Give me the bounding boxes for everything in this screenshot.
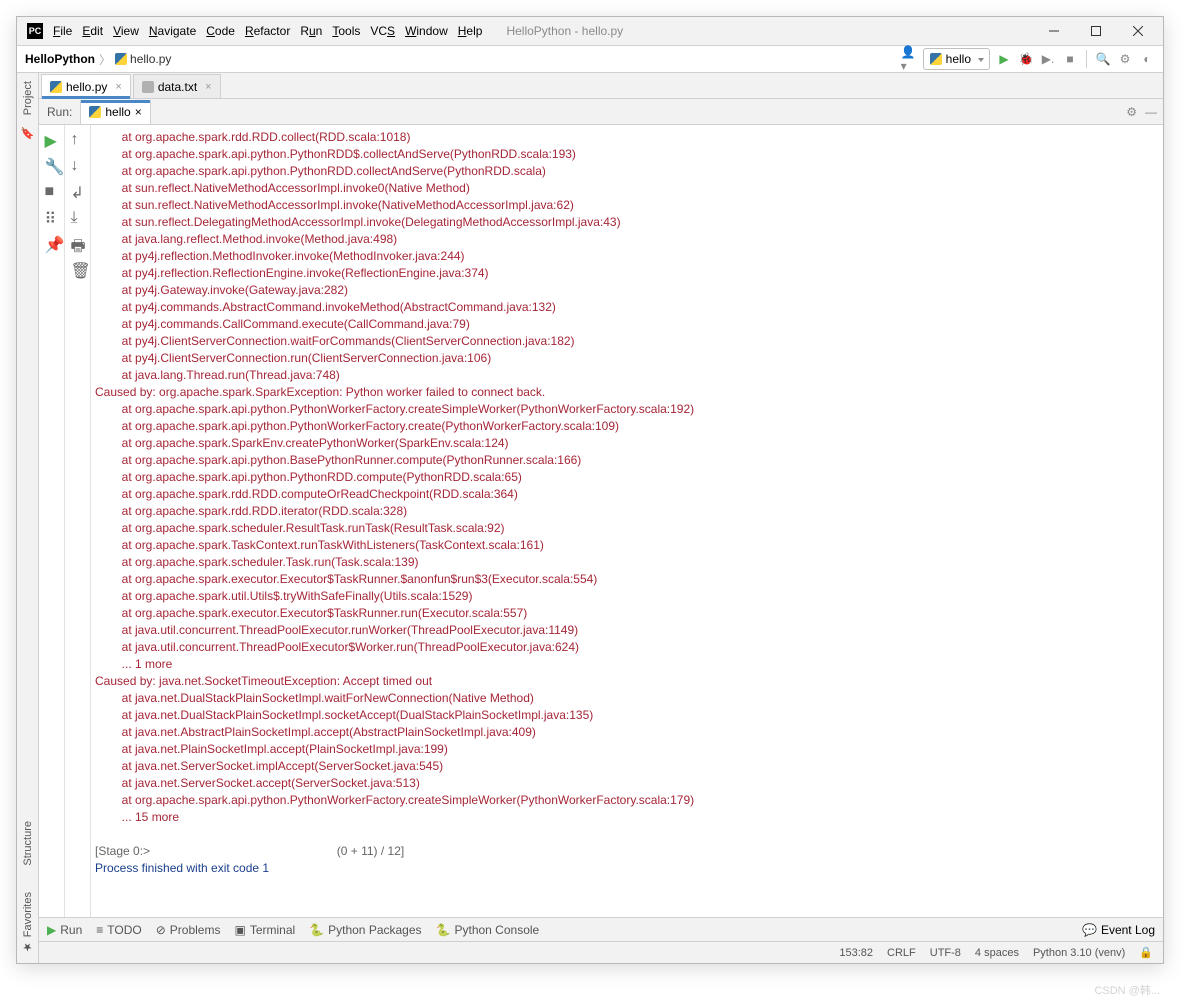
- terminal-icon: ▣: [234, 923, 245, 937]
- status-bar: 153:82 CRLF UTF-8 4 spaces Python 3.10 (…: [39, 941, 1163, 963]
- breadcrumb-project[interactable]: HelloPython: [25, 52, 95, 66]
- main-menu: File Edit View Navigate Code Refactor Ru…: [53, 24, 482, 38]
- editor-tab-hello[interactable]: hello.py×: [41, 74, 131, 98]
- interpreter[interactable]: Python 3.10 (venv): [1033, 947, 1125, 959]
- editor-tabs: hello.py× data.txt×: [39, 73, 1163, 99]
- project-tool-tab[interactable]: Project: [20, 77, 36, 119]
- event-log-button[interactable]: 💬Event Log: [1082, 923, 1155, 937]
- layout-icon[interactable]: ⠿: [45, 209, 59, 223]
- menu-window[interactable]: Window: [405, 24, 448, 38]
- breadcrumb: HelloPython 〉 hello.py: [25, 51, 171, 68]
- indent[interactable]: 4 spaces: [975, 947, 1019, 959]
- menu-vcs[interactable]: VCS: [370, 24, 395, 38]
- encoding[interactable]: UTF-8: [930, 947, 961, 959]
- todo-icon: ≡: [96, 923, 103, 937]
- app-icon: PC: [27, 23, 43, 39]
- close-icon[interactable]: ×: [135, 105, 142, 119]
- stop-icon[interactable]: ■: [1062, 51, 1078, 67]
- menu-help[interactable]: Help: [458, 24, 483, 38]
- rerun-icon[interactable]: ▶: [45, 131, 59, 145]
- menu-edit[interactable]: Edit: [82, 24, 103, 38]
- menu-code[interactable]: Code: [206, 24, 235, 38]
- run-tool-label: Run:: [39, 105, 80, 119]
- hide-icon[interactable]: —: [1145, 105, 1157, 119]
- search-icon[interactable]: 🔍: [1095, 51, 1111, 67]
- maximize-button[interactable]: [1075, 18, 1117, 44]
- debug-icon[interactable]: 🐞: [1018, 51, 1034, 67]
- pin-icon[interactable]: 📌: [45, 235, 59, 249]
- line-sep[interactable]: CRLF: [887, 947, 916, 959]
- lock-icon[interactable]: 🔒: [1139, 946, 1153, 959]
- python-console-tool-button[interactable]: 🐍Python Console: [436, 923, 540, 937]
- watermark: CSDN @韩...: [1094, 982, 1160, 998]
- run-tool-button[interactable]: ▶Run: [47, 923, 82, 937]
- clear-icon[interactable]: 🗑: [71, 261, 85, 275]
- terminal-tool-button[interactable]: ▣Terminal: [234, 923, 295, 937]
- print-icon[interactable]: 🖶: [71, 235, 85, 249]
- menu-navigate[interactable]: Navigate: [149, 24, 196, 38]
- python-icon: [930, 53, 942, 65]
- down-icon[interactable]: ↓: [71, 157, 85, 171]
- problems-tool-button[interactable]: ⊘Problems: [156, 923, 221, 937]
- event-log-icon: 💬: [1082, 923, 1097, 937]
- window-title: HelloPython - hello.py: [506, 24, 623, 38]
- run-icon: ▶: [47, 923, 56, 937]
- breadcrumb-file[interactable]: hello.py: [115, 52, 171, 66]
- console-output[interactable]: at org.apache.spark.rdd.RDD.collect(RDD.…: [91, 125, 1163, 917]
- caret-position[interactable]: 153:82: [839, 947, 873, 959]
- run-tab-hello[interactable]: hello×: [80, 100, 150, 124]
- settings-icon[interactable]: ⚙: [1117, 51, 1133, 67]
- todo-tool-button[interactable]: ≡TODO: [96, 923, 141, 937]
- python-file-icon: [50, 81, 62, 93]
- minimize-button[interactable]: [1033, 18, 1075, 44]
- favorites-tool-tab[interactable]: ★ Favorites: [19, 888, 36, 957]
- editor-tab-data[interactable]: data.txt×: [133, 74, 221, 98]
- scroll-to-end-icon[interactable]: ⤓: [71, 209, 85, 223]
- close-button[interactable]: [1117, 18, 1159, 44]
- tools-icon[interactable]: 🔧: [45, 157, 59, 171]
- menu-view[interactable]: View: [113, 24, 139, 38]
- menu-run[interactable]: Run: [300, 24, 322, 38]
- python-icon: [89, 106, 101, 118]
- up-icon[interactable]: ↑: [71, 131, 85, 145]
- menu-tools[interactable]: Tools: [332, 24, 360, 38]
- soft-wrap-icon[interactable]: ↲: [71, 183, 85, 197]
- close-icon[interactable]: ×: [205, 81, 211, 93]
- run-config-combo[interactable]: hello: [923, 48, 990, 70]
- packages-tool-button[interactable]: 🐍Python Packages: [309, 923, 421, 937]
- stop-icon[interactable]: ■: [45, 183, 59, 197]
- gear-icon[interactable]: ⚙: [1126, 105, 1137, 119]
- menu-file[interactable]: File: [53, 24, 72, 38]
- close-icon[interactable]: ×: [115, 81, 121, 93]
- user-icon[interactable]: 👤▾: [901, 51, 917, 67]
- run-coverage-icon[interactable]: ▶.: [1040, 51, 1056, 67]
- problems-icon: ⊘: [156, 923, 166, 937]
- sync-icon[interactable]: ◐: [1139, 51, 1155, 67]
- menu-refactor[interactable]: Refactor: [245, 24, 290, 38]
- python-icon: 🐍: [309, 923, 324, 937]
- text-file-icon: [142, 81, 154, 93]
- run-button-icon[interactable]: ▶: [996, 51, 1012, 67]
- python-icon: 🐍: [436, 923, 451, 937]
- bookmark-icon[interactable]: 🔖: [21, 127, 35, 141]
- structure-tool-tab[interactable]: Structure: [20, 817, 36, 870]
- python-file-icon: [115, 53, 127, 65]
